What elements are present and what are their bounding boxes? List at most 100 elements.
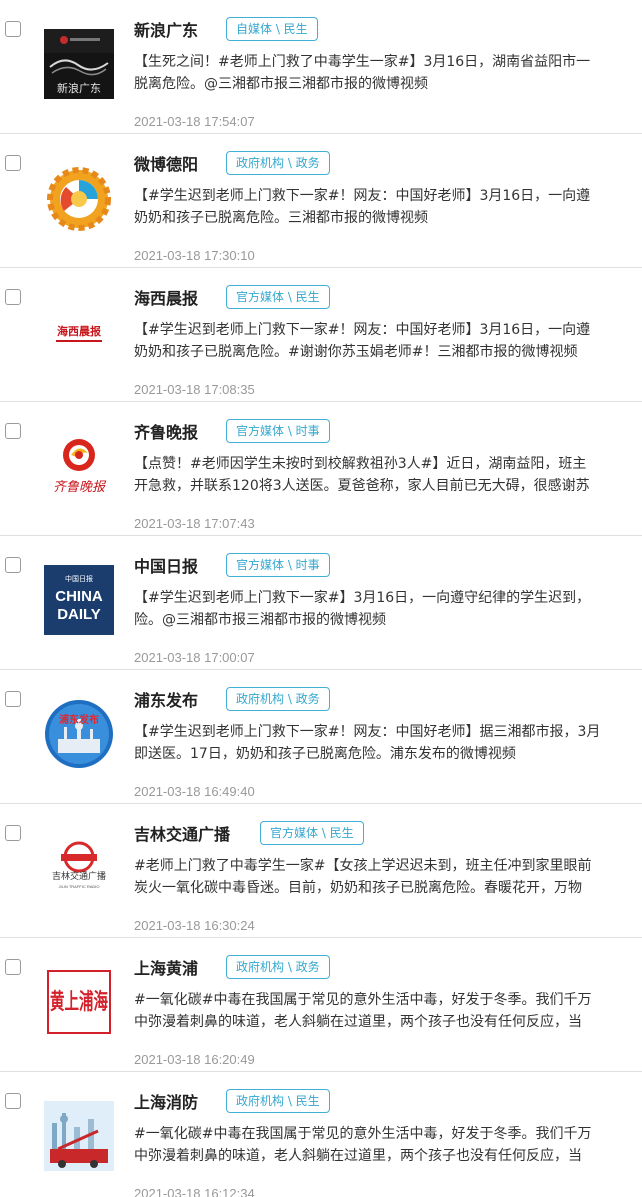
post-text-line: 炭火一氧化碳中毒昏迷。目前，奶奶和孩子已脱离危险。春暖花开，万物: [134, 880, 582, 896]
account-name[interactable]: 浦东发布: [134, 690, 198, 712]
china-daily-logo: 中国日报 CHINA DAILY: [44, 565, 114, 635]
sina-guangdong-logo: 新浪广东: [44, 29, 114, 99]
logo-text: 齐鲁晚报: [53, 480, 107, 495]
post-time: 2021-03-18 16:30:24: [134, 918, 255, 933]
post-content[interactable]: #一氧化碳#中毒在我国属于常见的意外生活中毒，好发于冬季。我们千万 中弥漫着刺鼻…: [134, 989, 642, 1033]
avatar[interactable]: 吉林交通广播 JILIN TRAFFIC RADIO: [44, 833, 114, 903]
haixi-chenbao-logo: 海西晨报: [44, 297, 114, 367]
category-tag: 政府机构 \ 政务: [226, 687, 330, 711]
post-time: 2021-03-18 17:54:07: [134, 114, 255, 129]
post-text-line: 【#学生迟到老师上门救下一家#】3月16日，一向遵守纪律的学生迟到，: [134, 590, 591, 606]
select-checkbox[interactable]: [5, 691, 21, 707]
account-name[interactable]: 吉林交通广播: [134, 824, 230, 846]
post-item: 上海消防 政府机构 \ 民生 #一氧化碳#中毒在我国属于常见的意外生活中毒，好发…: [0, 1072, 642, 1197]
post-content[interactable]: 【#学生迟到老师上门救下一家#！网友：中国好老师】3月16日，一向遵 奶奶和孩子…: [134, 319, 642, 363]
select-checkbox[interactable]: [5, 557, 21, 573]
logo-text: 黄上浦海: [50, 989, 108, 1015]
post-time: 2021-03-18 17:30:10: [134, 248, 255, 263]
weibo-deyang-logo: [44, 163, 114, 233]
account-name[interactable]: 微博德阳: [134, 154, 198, 176]
account-name[interactable]: 上海黄浦: [134, 958, 198, 980]
avatar[interactable]: 黄上浦海: [44, 967, 114, 1037]
avatar[interactable]: [44, 1101, 114, 1171]
post-content[interactable]: 【#学生迟到老师上门救下一家#！网友：中国好老师】据三湘都市报，3月 即送医。1…: [134, 721, 642, 765]
post-text-line: 【#学生迟到老师上门救下一家#！网友：中国好老师】3月16日，一向遵: [134, 322, 591, 338]
post-text-line: 【点赞！#老师因学生未按时到校解救祖孙3人#】近日，湖南益阳，班主: [134, 456, 587, 472]
shanghai-fire-logo: [44, 1101, 114, 1171]
post-text-line: #一氧化碳#中毒在我国属于常见的意外生活中毒，好发于冬季。我们千万: [134, 992, 592, 1008]
select-checkbox[interactable]: [5, 155, 21, 171]
category-tag: 自媒体 \ 民生: [226, 17, 318, 41]
post-item: 吉林交通广播 JILIN TRAFFIC RADIO 吉林交通广播 官方媒体 \…: [0, 804, 642, 938]
category-tag: 官方媒体 \ 时事: [226, 553, 330, 577]
post-text-line: 【#学生迟到老师上门救下一家#！网友：中国好老师】据三湘都市报，3月: [134, 724, 601, 740]
avatar[interactable]: 新浪广东: [44, 29, 114, 99]
post-item: 微博德阳 政府机构 \ 政务 【#学生迟到老师上门救下一家#！网友：中国好老师】…: [0, 134, 642, 268]
post-content[interactable]: #老师上门救了中毒学生一家#【女孩上学迟迟未到，班主任冲到家里眼前 炭火一氧化碳…: [134, 855, 642, 899]
post-content[interactable]: 【点赞！#老师因学生未按时到校解救祖孙3人#】近日，湖南益阳，班主 开急救，并联…: [134, 453, 642, 497]
post-time: 2021-03-18 16:49:40: [134, 784, 255, 799]
account-name[interactable]: 海西晨报: [134, 288, 198, 310]
select-checkbox[interactable]: [5, 825, 21, 841]
post-content[interactable]: 【#学生迟到老师上门救下一家#】3月16日，一向遵守纪律的学生迟到， 险。@三湘…: [134, 587, 642, 631]
qilu-wanbao-logo: 齐鲁晚报: [44, 431, 114, 501]
logo-text: DAILY: [57, 606, 101, 623]
category-tag: 官方媒体 \ 民生: [226, 285, 330, 309]
logo-text: CHINA: [55, 588, 103, 605]
post-text-line: 奶奶和孩子已脱离危险。三湘都市报的微博视频: [134, 210, 428, 226]
account-name[interactable]: 新浪广东: [134, 20, 198, 42]
category-tag: 政府机构 \ 政务: [226, 955, 330, 979]
select-checkbox[interactable]: [5, 21, 21, 37]
logo-text: JILIN TRAFFIC RADIO: [58, 884, 99, 889]
avatar[interactable]: 浦东发布: [44, 699, 114, 769]
account-name[interactable]: 中国日报: [134, 556, 198, 578]
logo-text: 新浪广东: [57, 81, 101, 95]
avatar[interactable]: 海西晨报: [44, 297, 114, 367]
post-text-line: 开急救，并联系120将3人送医。夏爸爸称，家人目前已无大碍，很感谢苏: [134, 478, 590, 494]
post-time: 2021-03-18 16:20:49: [134, 1052, 255, 1067]
post-item: 新浪广东 新浪广东 自媒体 \ 民生 【生死之间！#老师上门救了中毒学生一家#】…: [0, 0, 642, 134]
post-content[interactable]: #一氧化碳#中毒在我国属于常见的意外生活中毒，好发于冬季。我们千万 中弥漫着刺鼻…: [134, 1123, 642, 1167]
logo-text: 吉林交通广播: [52, 870, 106, 882]
category-tag: 政府机构 \ 政务: [226, 151, 330, 175]
avatar[interactable]: 齐鲁晚报: [44, 431, 114, 501]
post-text-line: 即送医。17日，奶奶和孩子已脱离危险。浦东发布的微博视频: [134, 746, 516, 762]
post-item: 齐鲁晚报 齐鲁晚报 官方媒体 \ 时事 【点赞！#老师因学生未按时到校解救祖孙3…: [0, 402, 642, 536]
post-time: 2021-03-18 17:07:43: [134, 516, 255, 531]
logo-text: 中国日报: [65, 574, 93, 583]
avatar[interactable]: [44, 163, 114, 233]
post-time: 2021-03-18 16:12:34: [134, 1186, 255, 1197]
post-text-line: 中弥漫着刺鼻的味道，老人斜躺在过道里，两个孩子也没有任何反应，当: [134, 1014, 582, 1030]
post-item: 黄上浦海 上海黄浦 政府机构 \ 政务 #一氧化碳#中毒在我国属于常见的意外生活…: [0, 938, 642, 1072]
pudong-fabu-logo: 浦东发布: [44, 699, 114, 769]
select-checkbox[interactable]: [5, 959, 21, 975]
weibo-post-list: 新浪广东 新浪广东 自媒体 \ 民生 【生死之间！#老师上门救了中毒学生一家#】…: [0, 0, 642, 1197]
logo-text: 浦东发布: [59, 713, 99, 726]
category-tag: 官方媒体 \ 时事: [226, 419, 330, 443]
post-item: 中国日报 CHINA DAILY 中国日报 官方媒体 \ 时事 【#学生迟到老师…: [0, 536, 642, 670]
post-text-line: 中弥漫着刺鼻的味道，老人斜躺在过道里，两个孩子也没有任何反应，当: [134, 1148, 582, 1164]
account-name[interactable]: 上海消防: [134, 1092, 198, 1114]
jilin-traffic-radio-logo: 吉林交通广播 JILIN TRAFFIC RADIO: [44, 833, 114, 903]
post-text-line: 奶奶和孩子已脱离危险。#谢谢你苏玉娟老师#！三湘都市报的微博视频: [134, 344, 578, 360]
account-name[interactable]: 齐鲁晚报: [134, 422, 198, 444]
post-text-line: 【生死之间！#老师上门救了中毒学生一家#】3月16日，湖南省益阳市一: [134, 54, 591, 70]
avatar[interactable]: 中国日报 CHINA DAILY: [44, 565, 114, 635]
select-checkbox[interactable]: [5, 289, 21, 305]
post-text-line: 脱离危险。@三湘都市报三湘都市报的微博视频: [134, 76, 428, 92]
category-tag: 官方媒体 \ 民生: [260, 821, 364, 845]
logo-text: 海西晨报: [57, 324, 102, 338]
post-text-line: #一氧化碳#中毒在我国属于常见的意外生活中毒，好发于冬季。我们千万: [134, 1126, 592, 1142]
post-item: 浦东发布 浦东发布 政府机构 \ 政务 【#学生迟到老师上门救下一家#！网友：中…: [0, 670, 642, 804]
post-content[interactable]: 【生死之间！#老师上门救了中毒学生一家#】3月16日，湖南省益阳市一 脱离危险。…: [134, 51, 642, 95]
post-text-line: 险。@三湘都市报三湘都市报的微博视频: [134, 612, 386, 628]
post-time: 2021-03-18 17:00:07: [134, 650, 255, 665]
select-checkbox[interactable]: [5, 1093, 21, 1109]
post-text-line: 【#学生迟到老师上门救下一家#！网友：中国好老师】3月16日，一向遵: [134, 188, 591, 204]
post-item: 海西晨报 海西晨报 官方媒体 \ 民生 【#学生迟到老师上门救下一家#！网友：中…: [0, 268, 642, 402]
post-text-line: #老师上门救了中毒学生一家#【女孩上学迟迟未到，班主任冲到家里眼前: [134, 858, 592, 874]
category-tag: 政府机构 \ 民生: [226, 1089, 330, 1113]
post-content[interactable]: 【#学生迟到老师上门救下一家#！网友：中国好老师】3月16日，一向遵 奶奶和孩子…: [134, 185, 642, 229]
post-time: 2021-03-18 17:08:35: [134, 382, 255, 397]
select-checkbox[interactable]: [5, 423, 21, 439]
